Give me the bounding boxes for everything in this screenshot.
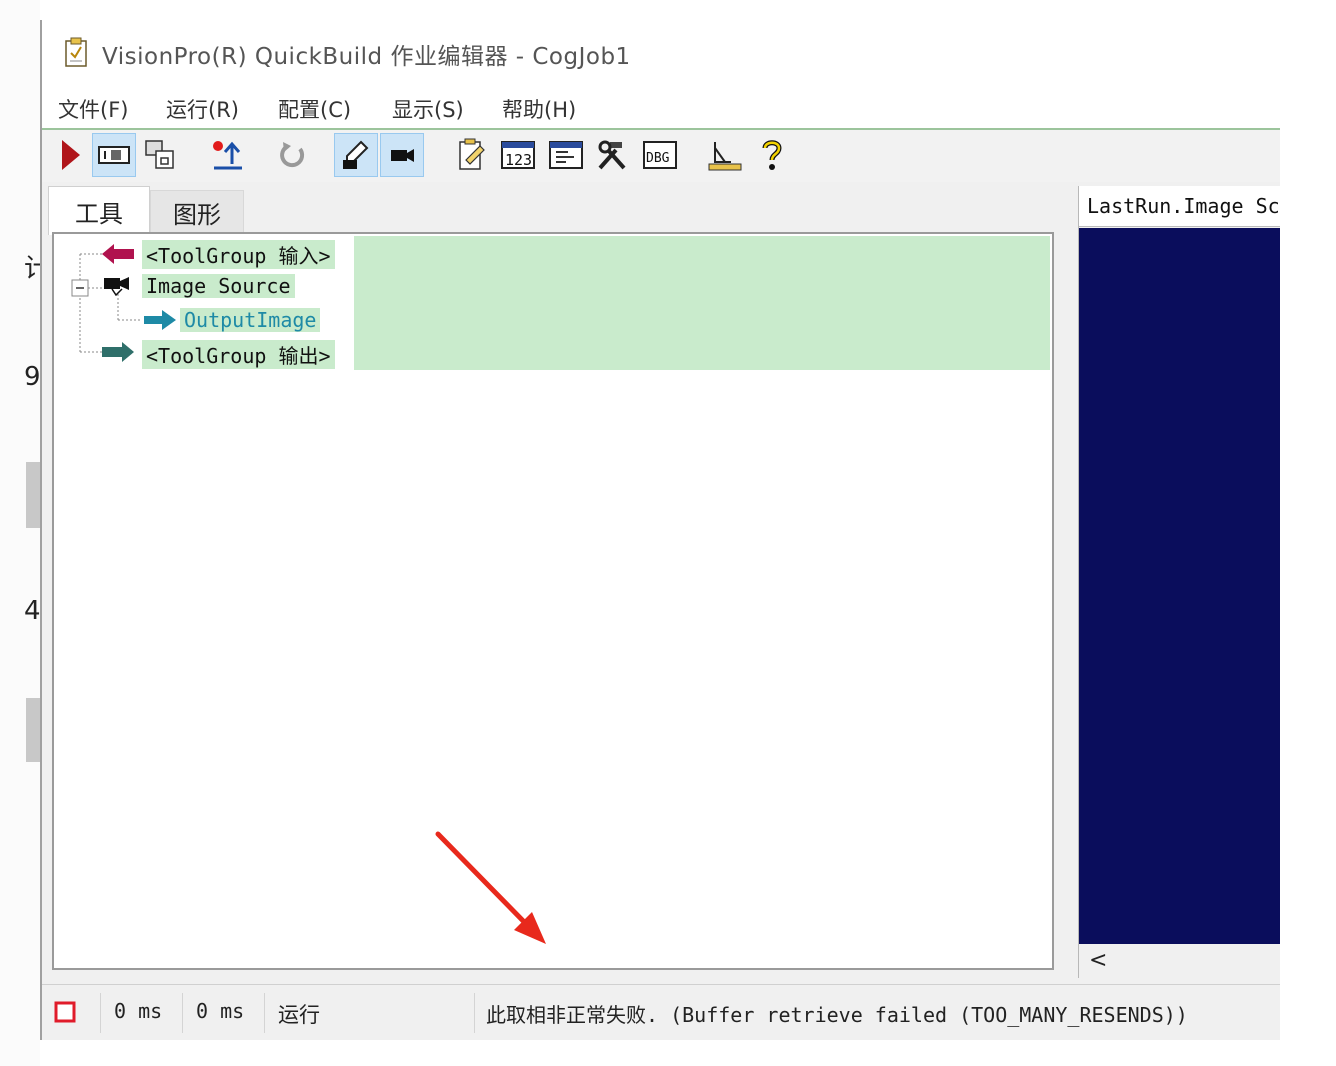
status-separator — [100, 993, 101, 1033]
reset-button[interactable] — [270, 133, 314, 177]
image-display-canvas[interactable] — [1079, 228, 1280, 944]
help-button[interactable] — [750, 133, 794, 177]
counter-button[interactable]: 123 — [496, 133, 540, 177]
status-time-2: 0 ms — [196, 999, 245, 1023]
display-icon — [548, 140, 584, 170]
image-display-title[interactable]: LastRun.Image Sc — [1087, 194, 1280, 218]
notepad-button[interactable] — [450, 133, 494, 177]
tree-node-toolgroup-output[interactable]: <ToolGroup 输出> — [142, 340, 335, 369]
dbg-icon: DBG — [642, 140, 678, 170]
job-view-button[interactable] — [92, 133, 136, 177]
output-image-arrow-icon — [142, 308, 178, 336]
toolbar: 123 DBG — [42, 130, 1280, 182]
copy-window-button[interactable] — [138, 133, 182, 177]
counter-123-icon: 123 — [500, 140, 536, 170]
annotation-arrow-icon — [435, 831, 546, 944]
tab-graphics[interactable]: 图形 — [150, 190, 244, 234]
camera-button[interactable] — [380, 133, 424, 177]
quickbuild-job-editor-window: VisionPro(R) QuickBuild 作业编辑器 - CogJob1 … — [40, 20, 1280, 1040]
reset-icon — [275, 138, 309, 172]
output-arrow-icon — [100, 340, 136, 368]
image-display-panel: LastRun.Image Sc < — [1078, 186, 1280, 978]
copy-window-icon — [143, 138, 177, 172]
help-icon — [757, 138, 787, 172]
tree-node-output-image[interactable]: OutputImage — [180, 308, 321, 332]
run-icon — [58, 138, 82, 172]
status-state: 运行 — [278, 1003, 320, 1027]
menu-run[interactable]: 运行(R) — [166, 94, 239, 124]
camera-icon — [387, 145, 417, 165]
menu-display[interactable]: 显示(S) — [392, 94, 464, 124]
status-separator — [182, 993, 183, 1033]
hammer-wrench-icon — [594, 138, 630, 172]
display-button[interactable] — [544, 133, 588, 177]
app-clipboard-icon — [64, 37, 88, 67]
geometry-button[interactable] — [702, 133, 746, 177]
status-bar: 0 ms 0 ms 运行 此取相非正常失败. (Buffer retrieve … — [42, 984, 1280, 1040]
stop-icon[interactable] — [54, 1001, 76, 1023]
job-view-icon — [97, 143, 131, 167]
input-arrow-icon — [100, 242, 136, 270]
menu-help[interactable]: 帮助(H) — [502, 94, 576, 124]
image-display-header: LastRun.Image Sc — [1079, 186, 1280, 227]
tools-button[interactable] — [590, 133, 634, 177]
menu-bar: 文件(F) 运行(R) 配置(C) 显示(S) 帮助(H) — [42, 88, 1280, 130]
svg-text:DBG: DBG — [646, 151, 670, 166]
tree-node-toolgroup-input[interactable]: <ToolGroup 输入> — [142, 240, 335, 269]
menu-file[interactable]: 文件(F) — [58, 94, 128, 124]
background-scroll-block — [26, 462, 40, 528]
run-button[interactable] — [48, 133, 92, 177]
svg-text:123: 123 — [505, 151, 532, 169]
window-title: VisionPro(R) QuickBuild 作业编辑器 - CogJob1 — [102, 44, 631, 70]
background-scroll-block-2 — [26, 698, 40, 762]
status-separator — [264, 993, 265, 1033]
tree-highlight — [354, 236, 1050, 370]
menu-config[interactable]: 配置(C) — [278, 94, 351, 124]
tree-node-image-source[interactable]: Image Source — [142, 274, 295, 298]
status-time-1: 0 ms — [114, 999, 163, 1023]
upload-icon — [210, 138, 246, 172]
scroll-left-button[interactable]: < — [1089, 948, 1107, 973]
tab-tools[interactable]: 工具 — [48, 186, 150, 235]
tab-strip: 工具 图形 — [48, 186, 248, 235]
notepad-icon — [456, 138, 488, 172]
geometry-ruler-icon — [705, 138, 743, 172]
image-source-camera-icon — [102, 274, 132, 300]
dbg-button[interactable]: DBG — [638, 133, 682, 177]
upload-button[interactable] — [206, 133, 250, 177]
title-bar: VisionPro(R) QuickBuild 作业编辑器 - CogJob1 — [42, 20, 1280, 88]
edit-tool-icon — [339, 138, 373, 172]
status-message: 此取相非正常失败. (Buffer retrieve failed (TOO_M… — [486, 1003, 1188, 1027]
status-separator — [474, 993, 475, 1033]
edit-tool-button[interactable] — [334, 133, 378, 177]
background-window-edge: 计 9. 4. — [0, 0, 50, 1066]
